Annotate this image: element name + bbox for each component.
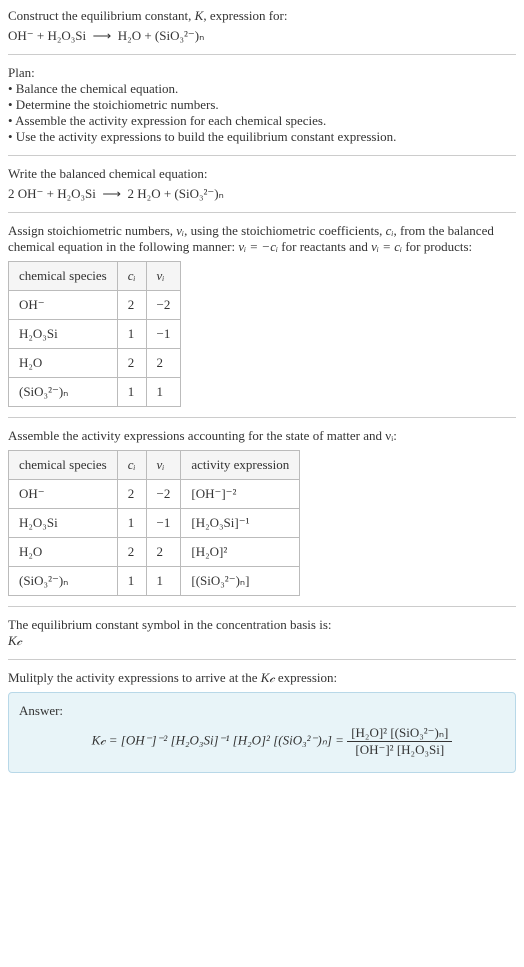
cell-species: (SiO₃²⁻)ₙ [9,378,118,407]
table-row: H₂O₃Si 1 −1 [9,320,181,349]
intro: Construct the equilibrium constant, K, e… [8,8,516,44]
stoich-p2: , using the stoichiometric coefficients, [184,223,386,238]
table-row: (SiO₃²⁻)ₙ 1 1 [9,378,181,407]
cell-activity: [OH⁻]⁻² [181,480,300,509]
balanced-arrow: ⟶ [102,186,121,201]
equation-balanced: 2 OH⁻ + H₂O₃Si ⟶ 2 H₂O + (SiO₃²⁻)ₙ [8,186,516,202]
cell-nui: 2 [146,538,181,567]
table-row: (SiO₃²⁻)ₙ 1 1 [(SiO₃²⁻)ₙ] [9,567,300,596]
th-ci: cᵢ [117,451,146,480]
th-species: chemical species [9,451,118,480]
th-activity: activity expression [181,451,300,480]
table-row: H₂O₃Si 1 −1 [H₂O₃Si]⁻¹ [9,509,300,538]
activity-title: Assemble the activity expressions accoun… [8,428,516,444]
table-row: H₂O 2 2 [9,349,181,378]
divider [8,155,516,156]
cell-activity: [H₂O]² [181,538,300,567]
answer-lhs: K𝒸 = [OH⁻]⁻² [H₂O₃Si]⁻¹ [H₂O]² [(SiO₃²⁻)… [92,732,348,747]
symbol-section: The equilibrium constant symbol in the c… [8,617,516,649]
eq1-arrow: ⟶ [93,28,112,43]
balanced-section: Write the balanced chemical equation: 2 … [8,166,516,202]
plan-bullet-4: • Use the activity expressions to build … [8,129,516,145]
cell-ci: 1 [117,509,146,538]
stoich-rel1: νᵢ = −cᵢ [238,239,278,254]
cell-species: OH⁻ [9,291,118,320]
balanced-title: Write the balanced chemical equation: [8,166,516,182]
symbol-kc: K𝒸 [8,633,516,649]
th-nui: νᵢ [146,262,181,291]
plan-bullet-2: • Determine the stoichiometric numbers. [8,97,516,113]
plan-bullet-3: • Assemble the activity expression for e… [8,113,516,129]
answer-equation: K𝒸 = [OH⁻]⁻² [H₂O₃Si]⁻¹ [H₂O]² [(SiO₃²⁻)… [19,725,505,758]
stoich-p1: Assign stoichiometric numbers, [8,223,176,238]
cell-nui: 1 [146,567,181,596]
divider [8,417,516,418]
plan-section: Plan: • Balance the chemical equation. •… [8,65,516,145]
cell-species: OH⁻ [9,480,118,509]
balanced-lhs: 2 OH⁻ + H₂O₃Si [8,186,96,201]
stoich-section: Assign stoichiometric numbers, νᵢ, using… [8,223,516,407]
answer-box: Answer: K𝒸 = [OH⁻]⁻² [H₂O₃Si]⁻¹ [H₂O]² [… [8,692,516,773]
answer-denominator: [OH⁻]² [H₂O₃Si] [347,742,452,758]
activity-section: Assemble the activity expressions accoun… [8,428,516,596]
cell-ci: 2 [117,538,146,567]
cell-species: H₂O₃Si [9,509,118,538]
multiply-p2: expression: [275,670,337,685]
cell-activity: [(SiO₃²⁻)ₙ] [181,567,300,596]
cell-nui: −1 [146,509,181,538]
stoich-rel2: νᵢ = cᵢ [371,239,402,254]
stoich-c: cᵢ [386,223,394,238]
cell-activity: [H₂O₃Si]⁻¹ [181,509,300,538]
table-row: OH⁻ 2 −2 [9,291,181,320]
divider [8,54,516,55]
table-row: OH⁻ 2 −2 [OH⁻]⁻² [9,480,300,509]
intro-text-1: Construct the equilibrium constant, [8,8,195,23]
cell-nui: −2 [146,291,181,320]
equation-unbalanced: OH⁻ + H₂O₃Si ⟶ H₂O + (SiO₃²⁻)ₙ [8,28,516,44]
cell-species: H₂O [9,538,118,567]
cell-ci: 1 [117,567,146,596]
cell-nui: 2 [146,349,181,378]
cell-ci: 2 [117,349,146,378]
cell-species: H₂O₃Si [9,320,118,349]
activity-table: chemical species cᵢ νᵢ activity expressi… [8,450,300,596]
table-header-row: chemical species cᵢ νᵢ activity expressi… [9,451,300,480]
divider [8,212,516,213]
th-nui: νᵢ [146,451,181,480]
cell-species: H₂O [9,349,118,378]
plan-bullet-1: • Balance the chemical equation. [8,81,516,97]
th-species: chemical species [9,262,118,291]
stoich-nu: νᵢ [176,223,184,238]
stoich-p5: for products: [402,239,472,254]
intro-text-2: , expression for: [203,8,287,23]
cell-ci: 1 [117,320,146,349]
symbol-text: The equilibrium constant symbol in the c… [8,617,516,633]
answer-fraction: [H₂O]² [(SiO₃²⁻)ₙ] [OH⁻]² [H₂O₃Si] [347,725,452,758]
multiply-kc: K𝒸 [261,670,275,685]
divider [8,606,516,607]
divider [8,659,516,660]
table-row: H₂O 2 2 [H₂O]² [9,538,300,567]
cell-nui: 1 [146,378,181,407]
multiply-p1: Mulitply the activity expressions to arr… [8,670,261,685]
eq1-lhs: OH⁻ + H₂O₃Si [8,28,86,43]
stoich-table: chemical species cᵢ νᵢ OH⁻ 2 −2 H₂O₃Si 1… [8,261,181,407]
cell-ci: 2 [117,480,146,509]
th-ci: cᵢ [117,262,146,291]
balanced-rhs: 2 H₂O + (SiO₃²⁻)ₙ [128,186,224,201]
cell-nui: −1 [146,320,181,349]
cell-ci: 2 [117,291,146,320]
stoich-p4: for reactants and [278,239,371,254]
table-header-row: chemical species cᵢ νᵢ [9,262,181,291]
answer-label: Answer: [19,703,505,719]
plan-title: Plan: [8,65,516,81]
cell-species: (SiO₃²⁻)ₙ [9,567,118,596]
eq1-rhs: H₂O + (SiO₃²⁻)ₙ [118,28,205,43]
answer-numerator: [H₂O]² [(SiO₃²⁻)ₙ] [347,725,452,742]
multiply-section: Mulitply the activity expressions to arr… [8,670,516,773]
cell-ci: 1 [117,378,146,407]
cell-nui: −2 [146,480,181,509]
